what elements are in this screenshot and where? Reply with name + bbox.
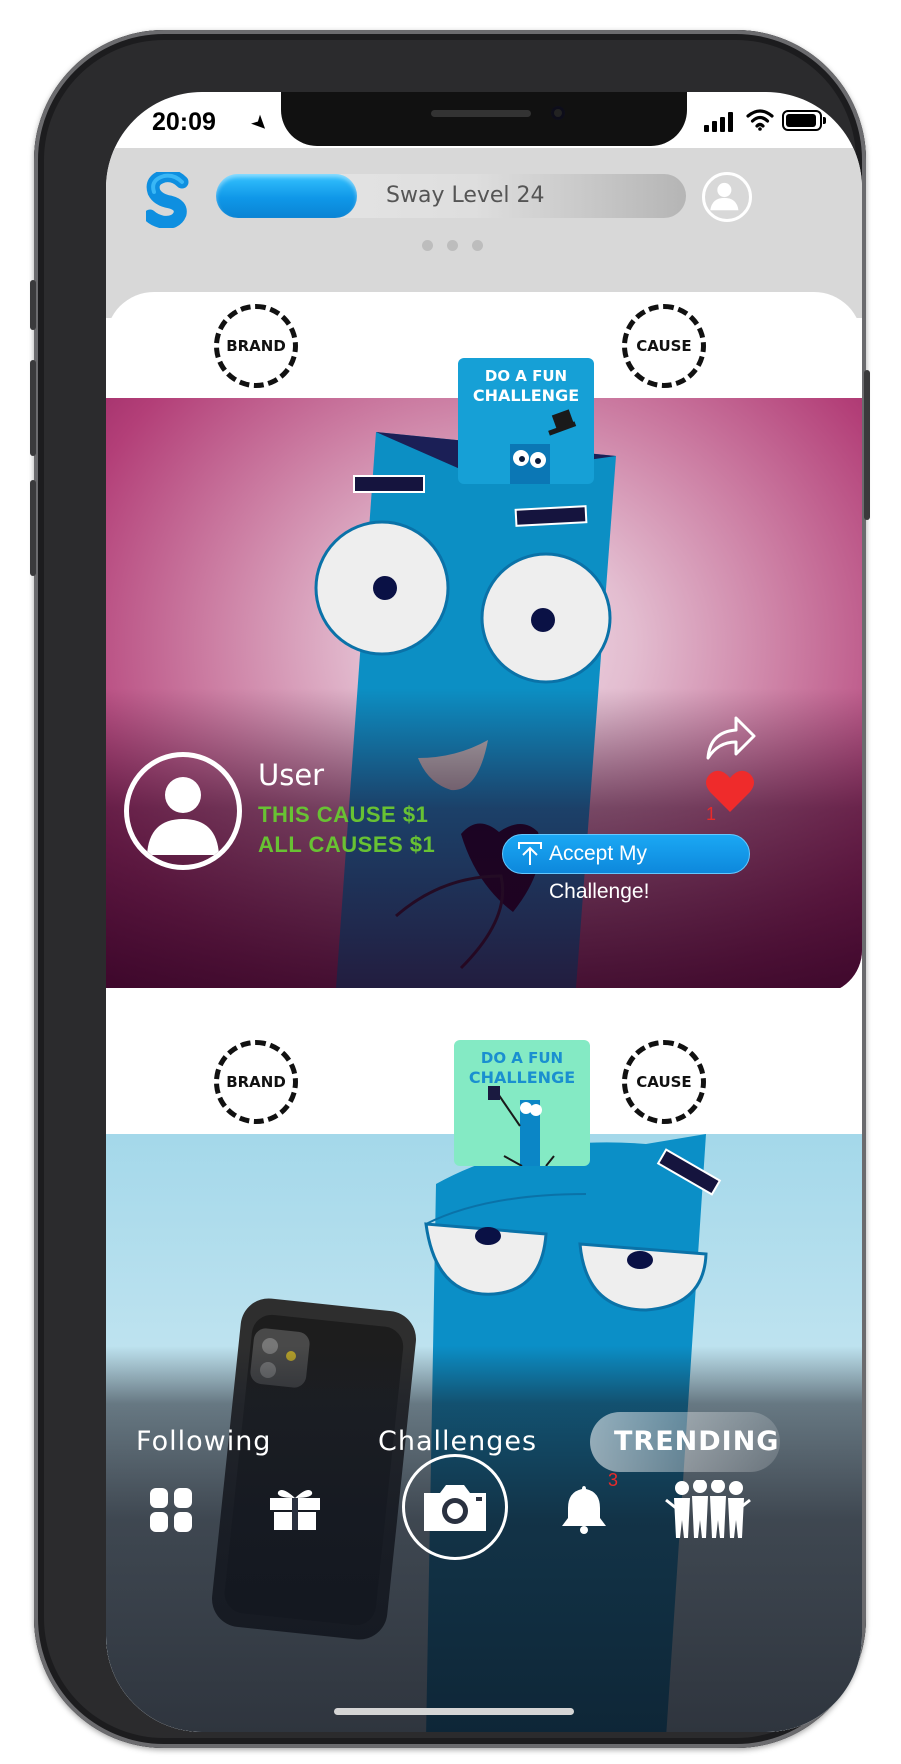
wifi-icon: [746, 109, 774, 131]
user-avatar[interactable]: [124, 752, 242, 870]
user-name[interactable]: User: [258, 758, 324, 792]
mute-switch: [30, 280, 36, 330]
challenge-tile[interactable]: DO A FUN CHALLENGE: [458, 358, 594, 484]
challenge-tile[interactable]: DO A FUN CHALLENGE: [454, 1040, 590, 1166]
post-card: BRAND CAUSE DO A FUN CHALLENGE: [106, 292, 862, 994]
volume-down-button: [30, 480, 36, 576]
post-photo[interactable]: [106, 398, 862, 988]
battery-icon: [782, 110, 826, 131]
location-arrow-icon: ➤: [245, 108, 275, 138]
app-screen: 20:09 ➤ Sway Level 24 BRAND CAUSE DO A F…: [106, 92, 862, 1732]
speaker-grille: [431, 110, 531, 117]
notch: [281, 92, 687, 146]
all-causes-amount: ALL CAUSES $1: [258, 832, 436, 857]
person-icon: [710, 182, 739, 211]
level-progress-fill: [216, 174, 357, 218]
like-count: 1: [706, 804, 717, 824]
grid-icon[interactable]: [148, 1486, 194, 1534]
bottom-navigation: Following Challenges TRENDING 3: [106, 1346, 862, 1732]
cause-badge[interactable]: CAUSE: [622, 304, 706, 388]
home-indicator: [334, 1708, 574, 1715]
level-label: Sway Level 24: [386, 183, 545, 208]
status-time: 20:09: [152, 108, 216, 136]
gift-icon[interactable]: [268, 1484, 322, 1532]
tab-following[interactable]: Following: [136, 1426, 271, 1457]
mascot-hat-icon: [510, 409, 577, 484]
profile-avatar-button[interactable]: [702, 172, 752, 222]
phone-frame: 20:09 ➤ Sway Level 24 BRAND CAUSE DO A F…: [30, 30, 870, 1748]
challenge-line1: DO A FUN: [484, 367, 568, 385]
challenge-line2: CHALLENGE: [468, 1068, 576, 1087]
camera-icon: [424, 1485, 486, 1531]
front-camera: [551, 106, 565, 120]
notification-count: 3: [608, 1470, 619, 1490]
share-icon[interactable]: [702, 714, 758, 762]
mascot-selfie-icon: [488, 1086, 555, 1166]
tab-trending[interactable]: TRENDING: [590, 1412, 780, 1472]
tab-challenges[interactable]: Challenges: [378, 1426, 537, 1457]
brand-badge[interactable]: BRAND: [214, 1040, 298, 1124]
upload-arrow-icon: [518, 842, 542, 865]
sway-level-bar[interactable]: Sway Level 24: [216, 174, 686, 218]
people-icon[interactable]: [664, 1480, 752, 1538]
cause-badge[interactable]: CAUSE: [622, 1040, 706, 1124]
sway-logo-icon[interactable]: [146, 172, 190, 228]
accept-challenge-button[interactable]: Accept My Challenge!: [502, 834, 750, 903]
accept-challenge-label: Accept My Challenge!: [549, 842, 650, 903]
person-icon: [147, 777, 219, 855]
this-cause-amount: THIS CAUSE $1: [258, 802, 429, 827]
brand-badge[interactable]: BRAND: [214, 304, 298, 388]
power-button: [864, 370, 870, 520]
volume-up-button: [30, 360, 36, 456]
signal-icon: [704, 110, 736, 132]
challenge-line2: CHALLENGE: [472, 386, 580, 405]
bell-icon[interactable]: [558, 1482, 610, 1534]
page-dots: [422, 236, 497, 255]
challenge-line1: DO A FUN: [480, 1049, 564, 1067]
camera-button[interactable]: [402, 1454, 508, 1560]
